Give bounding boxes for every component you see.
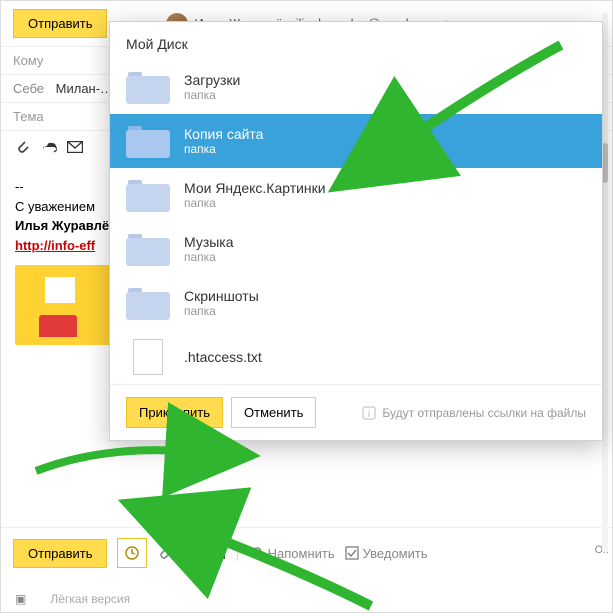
- folder-item-htaccess[interactable]: .htaccess.txt: [110, 330, 602, 384]
- light-version-row: ▣ Лёгкая версия: [15, 592, 130, 606]
- info-icon: i: [362, 406, 376, 420]
- check-square-icon: [345, 546, 359, 560]
- folder-list: Загрузкипапка Копия сайтапапка Мои Яндек…: [110, 60, 602, 384]
- dialog-note: i Будут отправлены ссылки на файлы: [362, 406, 586, 420]
- send-button-bottom[interactable]: Отправить: [13, 539, 107, 568]
- cloud-send-icon-footer[interactable]: [183, 545, 199, 561]
- folder-item-kartinki[interactable]: Мои Яндекс.Картинкипапка: [110, 168, 602, 222]
- to-milan: Милан-…: [56, 81, 113, 96]
- folder-sub: папка: [184, 196, 326, 210]
- android-icon[interactable]: ▣: [15, 592, 26, 606]
- folder-sub: папка: [184, 88, 240, 102]
- folder-item-skrinshoty[interactable]: Скриншотыпапка: [110, 276, 602, 330]
- folder-sub: папка: [184, 304, 259, 318]
- schedule-button[interactable]: [117, 538, 147, 568]
- folder-sub: папка: [184, 250, 234, 264]
- paperclip-icon[interactable]: [15, 139, 31, 155]
- folder-name: Загрузки: [184, 72, 240, 88]
- cloud-send-icon[interactable]: [41, 139, 57, 155]
- folder-icon: [126, 70, 170, 104]
- folder-item-kopiya[interactable]: Копия сайтапапка: [110, 114, 602, 168]
- bell-icon: [250, 546, 264, 560]
- folder-item-muzyka[interactable]: Музыкапапка: [110, 222, 602, 276]
- folder-name: Копия сайта: [184, 126, 263, 142]
- paperclip-icon-footer[interactable]: [157, 545, 173, 561]
- folder-icon: [126, 286, 170, 320]
- disk-dialog: Мой Диск Загрузкипапка Копия сайтапапка …: [109, 21, 603, 441]
- send-button-top[interactable]: Отправить: [13, 9, 107, 38]
- file-icon: [126, 340, 170, 374]
- footer: Отправить | Напомнить Уведомить: [1, 527, 612, 578]
- folder-item-zagruzki[interactable]: Загрузкипапка: [110, 60, 602, 114]
- folder-name: Музыка: [184, 234, 234, 250]
- dialog-title: Мой Диск: [110, 22, 602, 60]
- folder-icon: [126, 178, 170, 212]
- folder-sub: папка: [184, 142, 263, 156]
- notify-action[interactable]: Уведомить: [345, 546, 428, 561]
- folder-name: Скриншоты: [184, 288, 259, 304]
- attach-button[interactable]: Прикрепить: [126, 397, 223, 428]
- to-label: Кому: [13, 53, 53, 68]
- file-name: .htaccess.txt: [184, 349, 262, 365]
- svg-text:i: i: [368, 409, 370, 420]
- annotation-arrow: [31, 441, 211, 486]
- signature-link[interactable]: http://info-eff: [15, 238, 95, 253]
- to-self[interactable]: Себе: [13, 81, 44, 96]
- remind-action[interactable]: Напомнить: [250, 546, 335, 561]
- subject-label: Тема: [13, 109, 53, 124]
- folder-icon: [126, 124, 170, 158]
- folder-name: Мои Яндекс.Картинки: [184, 180, 326, 196]
- mail-icon[interactable]: [67, 139, 83, 155]
- mail-icon-footer[interactable]: [209, 545, 225, 561]
- light-version-link[interactable]: Лёгкая версия: [50, 592, 130, 606]
- cancel-button[interactable]: Отменить: [231, 397, 316, 428]
- folder-icon: [126, 232, 170, 266]
- separator: |: [235, 544, 239, 562]
- dialog-footer: Прикрепить Отменить i Будут отправлены с…: [110, 384, 602, 440]
